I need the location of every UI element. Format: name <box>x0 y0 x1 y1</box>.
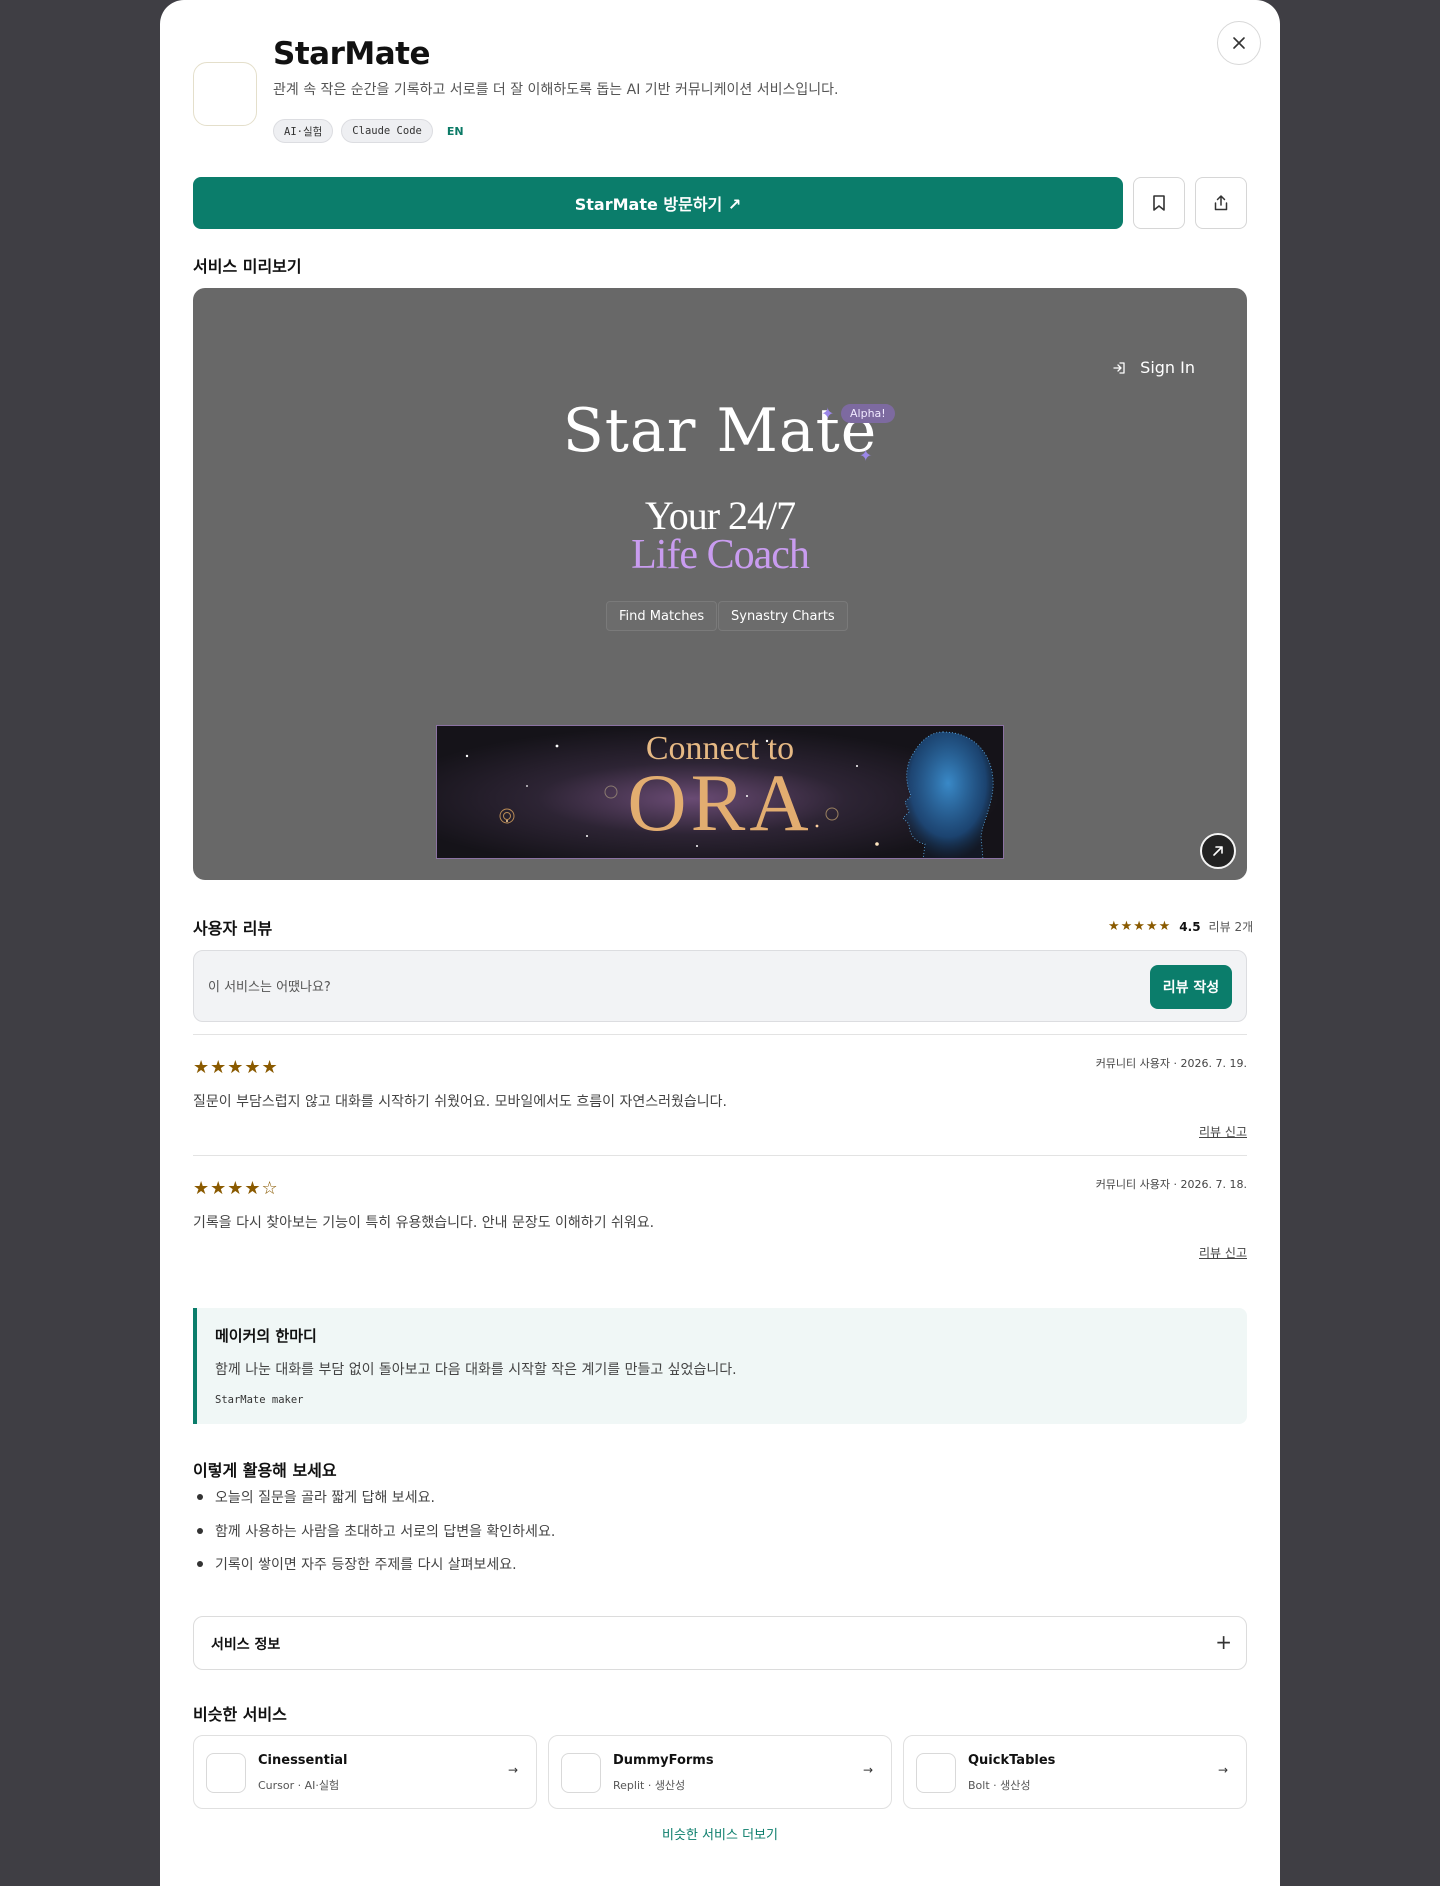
review-count: 리뷰 2개 <box>1208 920 1254 934</box>
similar-service-logo <box>916 1753 956 1793</box>
similar-service-logo <box>561 1753 601 1793</box>
similar-service-logo <box>206 1753 246 1793</box>
usage-item: 기록이 쌓이면 자주 등장한 주제를 다시 살펴보세요. <box>193 1554 555 1588</box>
usage-item: 함께 사용하는 사람을 초대하고 서로의 답변을 확인하세요. <box>193 1521 555 1555</box>
preview-sign-in: Sign In <box>1112 358 1195 377</box>
preview-banner: Connect to ORA <box>436 725 1004 859</box>
arrow-right-icon: → <box>507 1763 518 1777</box>
similar-service-card[interactable]: QuickTables Bolt · 생산성 → <box>903 1735 1247 1809</box>
service-logo <box>193 62 257 126</box>
average-rating: 4.5 <box>1179 919 1201 934</box>
digital-head-image <box>902 731 994 858</box>
similar-service-name: Cinessential <box>258 1753 348 1768</box>
sparkle-icon: ✦ <box>859 446 873 465</box>
service-description: 관계 속 작은 순간을 기록하고 서로를 더 잘 이해하도록 돕는 AI 기반 … <box>273 82 839 98</box>
similar-service-meta: Bolt · 생산성 <box>968 1779 1031 1792</box>
write-review-button[interactable]: 리뷰 작성 <box>1150 965 1232 1009</box>
reviews-section-title: 사용자 리뷰 <box>193 919 273 938</box>
service-info-title: 서비스 정보 <box>211 1637 281 1653</box>
visit-button[interactable]: StarMate 방문하기 ↗ <box>193 177 1123 229</box>
review-stars: ★★★★☆ <box>193 1178 279 1199</box>
review-text: 기록을 다시 찾아보는 기능이 특히 유용했습니다. 안내 문장도 이해하기 쉬… <box>193 1215 655 1231</box>
similar-service-meta: Replit · 생산성 <box>613 1779 686 1792</box>
review-input[interactable] <box>208 973 1108 1001</box>
similar-service-name: DummyForms <box>613 1753 714 1768</box>
arrow-up-right-icon <box>1213 846 1223 856</box>
arrow-right-icon: → <box>1217 1763 1228 1777</box>
maker-signature: StarMate maker <box>215 1394 304 1406</box>
divider <box>193 1155 1247 1156</box>
review-meta: 커뮤니티 사용자 · 2026. 7. 18. <box>1095 1178 1247 1191</box>
share-icon <box>1214 195 1228 211</box>
service-detail-modal: StarMate 관계 속 작은 순간을 기록하고 서로를 더 잘 이해하도록 … <box>160 0 1280 1886</box>
bookmark-button[interactable] <box>1133 177 1185 229</box>
review-text: 질문이 부담스럽지 않고 대화를 시작하기 쉬웠어요. 모바일에서도 흐름이 자… <box>193 1094 727 1110</box>
tag-category[interactable]: AI·실험 <box>273 119 334 143</box>
preview-find-matches: Find Matches <box>606 601 718 631</box>
preview-expand-button[interactable] <box>1200 833 1236 869</box>
preview-tagline-line2: Life Coach <box>631 532 810 578</box>
tag-list: AI·실험 Claude Code EN <box>273 119 470 143</box>
report-review-link[interactable]: 리뷰 신고 <box>1199 1123 1247 1140</box>
bookmark-icon <box>1153 195 1165 211</box>
similar-service-card[interactable]: Cinessential Cursor · AI·실험 → <box>193 1735 537 1809</box>
similar-section-title: 비슷한 서비스 <box>193 1705 287 1724</box>
more-similar-link[interactable]: 비슷한 서비스 더보기 <box>160 1824 1280 1843</box>
preview-section-title: 서비스 미리보기 <box>193 257 302 276</box>
tag-tool[interactable]: Claude Code <box>341 119 433 143</box>
usage-item: 오늘의 질문을 골라 짧게 답해 보세요. <box>193 1487 555 1521</box>
rating-summary: ★★★★★ 4.5 리뷰 2개 <box>1108 918 1253 935</box>
similar-service-name: QuickTables <box>968 1753 1056 1768</box>
close-button[interactable] <box>1217 21 1261 65</box>
review-stars: ★★★★★ <box>193 1057 279 1078</box>
similar-service-meta: Cursor · AI·실험 <box>258 1779 340 1792</box>
maker-note-title: 메이커의 한마디 <box>215 1327 317 1345</box>
arrow-right-icon: → <box>862 1763 873 1777</box>
service-title: StarMate <box>273 36 430 72</box>
alpha-badge: Alpha! <box>841 404 895 423</box>
plus-icon: + <box>1215 1630 1232 1654</box>
sign-in-label: Sign In <box>1140 358 1195 377</box>
review-input-box: 리뷰 작성 <box>193 950 1247 1022</box>
usage-section-title: 이렇게 활용해 보세요 <box>193 1461 337 1480</box>
sign-in-icon <box>1113 361 1125 374</box>
preview-brand: Star Mate <box>562 396 878 466</box>
service-info-accordion[interactable]: 서비스 정보 + <box>193 1616 1247 1670</box>
maker-note: 메이커의 한마디 함께 나눈 대화를 부담 없이 돌아보고 다음 대화를 시작할… <box>193 1308 1247 1424</box>
share-button[interactable] <box>1195 177 1247 229</box>
report-review-link[interactable]: 리뷰 신고 <box>1199 1244 1247 1261</box>
review-meta: 커뮤니티 사용자 · 2026. 7. 19. <box>1095 1057 1247 1070</box>
divider <box>193 1034 1247 1035</box>
preview-synastry-charts: Synastry Charts <box>718 601 848 631</box>
language-badge: EN <box>446 124 464 138</box>
summary-stars: ★★★★★ <box>1108 919 1172 934</box>
usage-list: 오늘의 질문을 골라 짧게 답해 보세요. 함께 사용하는 사람을 초대하고 서… <box>193 1487 555 1588</box>
service-preview: Sign In Star Mate ✦ ✦ Alpha! Your 24/7 L… <box>193 288 1247 880</box>
close-icon <box>1233 37 1245 49</box>
similar-service-card[interactable]: DummyForms Replit · 생산성 → <box>548 1735 892 1809</box>
sparkle-icon: ✦ <box>821 404 835 423</box>
maker-note-text: 함께 나눈 대화를 부담 없이 돌아보고 다음 대화를 시작할 작은 계기를 만… <box>215 1362 737 1378</box>
